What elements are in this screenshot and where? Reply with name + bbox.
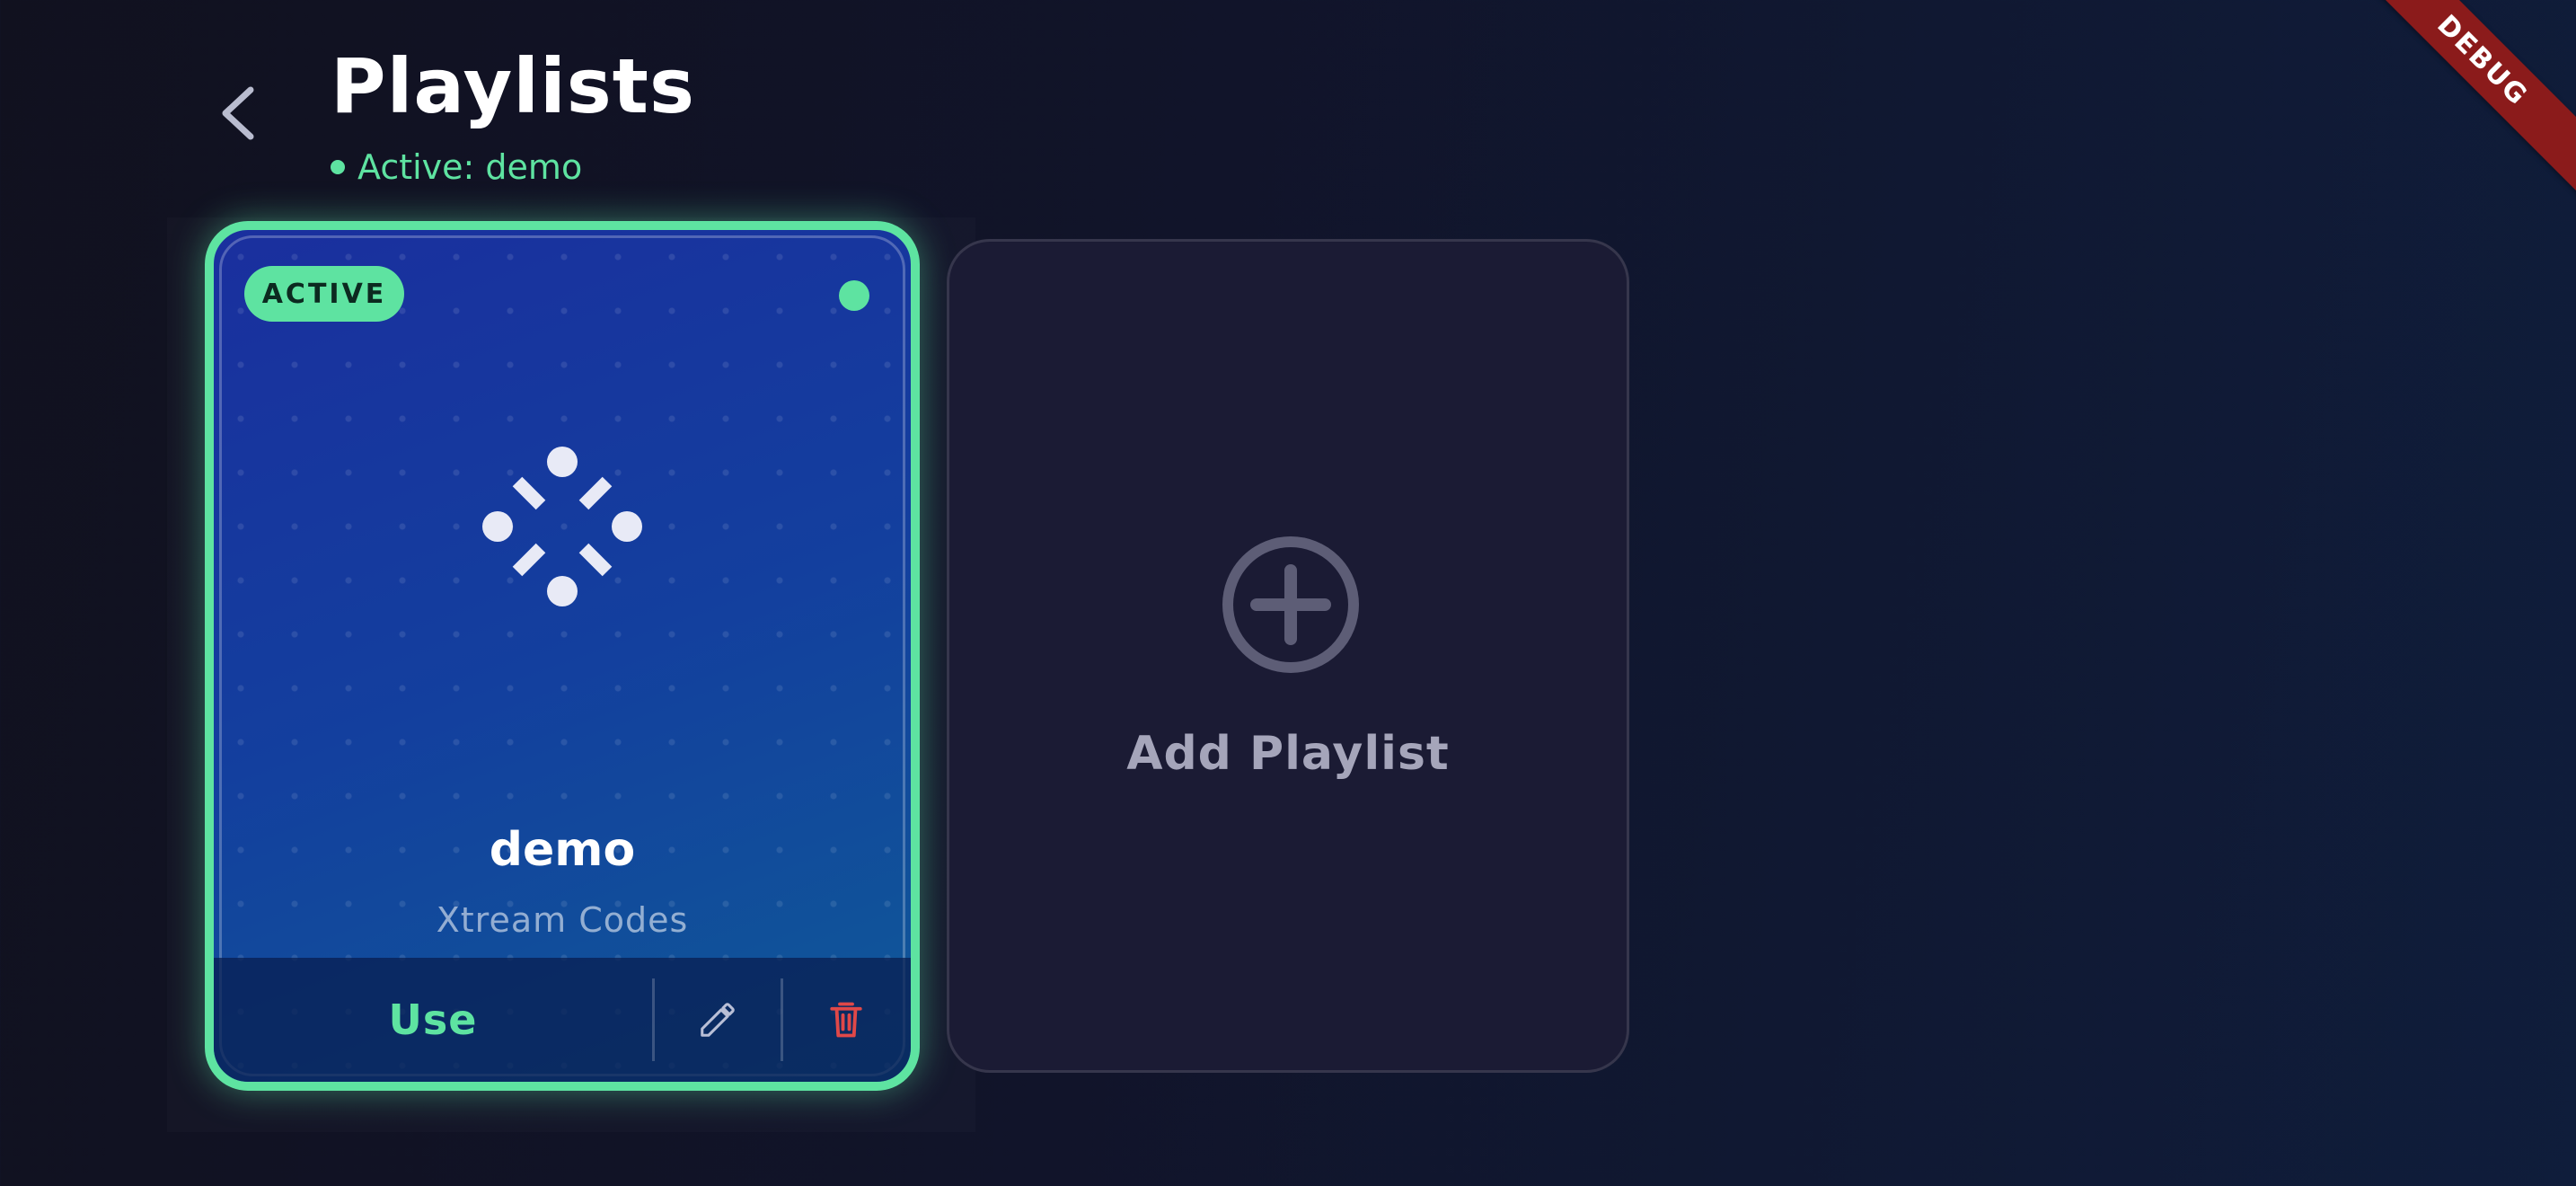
active-status-dot xyxy=(331,160,345,174)
debug-banner: DEBUG xyxy=(2343,0,2576,199)
playlist-logo-icon xyxy=(482,447,642,606)
playlist-card[interactable]: ACTIVE demo Xtream Codes Use xyxy=(205,221,920,1091)
active-badge: ACTIVE xyxy=(244,266,404,322)
page-title: Playlists xyxy=(331,42,695,130)
chevron-left-icon xyxy=(222,86,254,140)
card-inner-border xyxy=(219,235,905,1076)
trash-icon xyxy=(830,1002,862,1038)
active-status-text: Active: demo xyxy=(357,147,583,187)
add-playlist-card[interactable]: Add Playlist xyxy=(947,239,1629,1073)
active-status: Active: demo xyxy=(331,147,582,187)
status-dot xyxy=(839,280,869,311)
delete-button[interactable] xyxy=(783,958,909,1082)
back-button[interactable] xyxy=(207,79,269,147)
edit-button[interactable] xyxy=(655,958,781,1082)
add-playlist-label: Add Playlist xyxy=(1126,727,1450,781)
playlist-type: Xtream Codes xyxy=(436,900,689,940)
plus-circle-icon xyxy=(1222,536,1359,673)
card-actions: Use xyxy=(214,958,911,1082)
use-button[interactable]: Use xyxy=(214,958,652,1082)
playlist-name: demo xyxy=(489,823,636,877)
pencil-icon xyxy=(701,1003,735,1037)
